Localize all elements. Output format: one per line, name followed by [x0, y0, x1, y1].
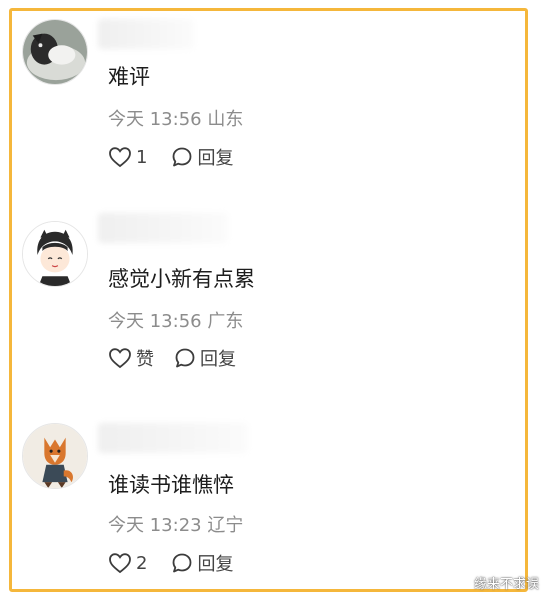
comment-time: 今天 13:56 [108, 311, 202, 332]
comment-item-3: 谁读书谁憔悴 今天 13:23 辽宁 2 回复 [12, 415, 525, 585]
reply-button[interactable]: 回复 [171, 550, 233, 576]
reply-button[interactable]: 回复 [174, 345, 236, 371]
reply-label: 回复 [197, 554, 234, 575]
comment-text: 难评 [108, 65, 150, 89]
reply-label: 回复 [200, 349, 236, 370]
comment-item-1: 难评 今天 13:56 山东 1 回复 [12, 11, 525, 181]
comment-text: 感觉小新有点累 [108, 267, 255, 291]
username-blurred[interactable] [98, 19, 194, 49]
avatar[interactable] [22, 221, 88, 287]
like-count: 2 [136, 552, 148, 574]
avatar[interactable] [22, 19, 88, 85]
reply-label: 回复 [197, 148, 234, 169]
comment-location: 辽宁 [207, 515, 244, 536]
like-label: 赞 [136, 349, 154, 370]
comment-meta: 今天 13:56 广东 [108, 307, 243, 333]
heart-outline-icon [108, 347, 132, 369]
like-count: 1 [136, 146, 148, 168]
username-blurred[interactable] [98, 423, 248, 453]
comment-item-2: 感觉小新有点累 今天 13:56 广东 赞 回复 [12, 213, 525, 383]
username-blurred[interactable] [98, 213, 228, 243]
speech-bubble-icon [174, 347, 196, 369]
reply-button[interactable]: 回复 [171, 144, 233, 170]
comment-location: 广东 [207, 311, 244, 332]
comment-actions: 赞 回复 [108, 345, 236, 371]
speech-bubble-icon [171, 552, 193, 574]
like-button[interactable]: 1 [108, 146, 147, 168]
comment-text: 谁读书谁憔悴 [108, 473, 234, 497]
like-button[interactable]: 赞 [108, 345, 154, 371]
comment-location: 山东 [207, 109, 244, 130]
comment-time: 今天 13:23 [108, 515, 202, 536]
speech-bubble-icon [171, 146, 193, 168]
comment-actions: 2 回复 [108, 550, 233, 576]
comment-time: 今天 13:56 [108, 109, 202, 130]
like-button[interactable]: 2 [108, 552, 147, 574]
heart-outline-icon [108, 146, 132, 168]
avatar[interactable] [22, 423, 88, 489]
comment-meta: 今天 13:23 辽宁 [108, 511, 243, 537]
heart-outline-icon [108, 552, 132, 574]
watermark: 缘来不求误 [473, 577, 539, 592]
comment-list: 难评 今天 13:56 山东 1 回复 感觉小新有点累 今天 13:56 广东 … [9, 8, 528, 592]
comment-meta: 今天 13:56 山东 [108, 105, 243, 131]
comment-actions: 1 回复 [108, 144, 233, 170]
